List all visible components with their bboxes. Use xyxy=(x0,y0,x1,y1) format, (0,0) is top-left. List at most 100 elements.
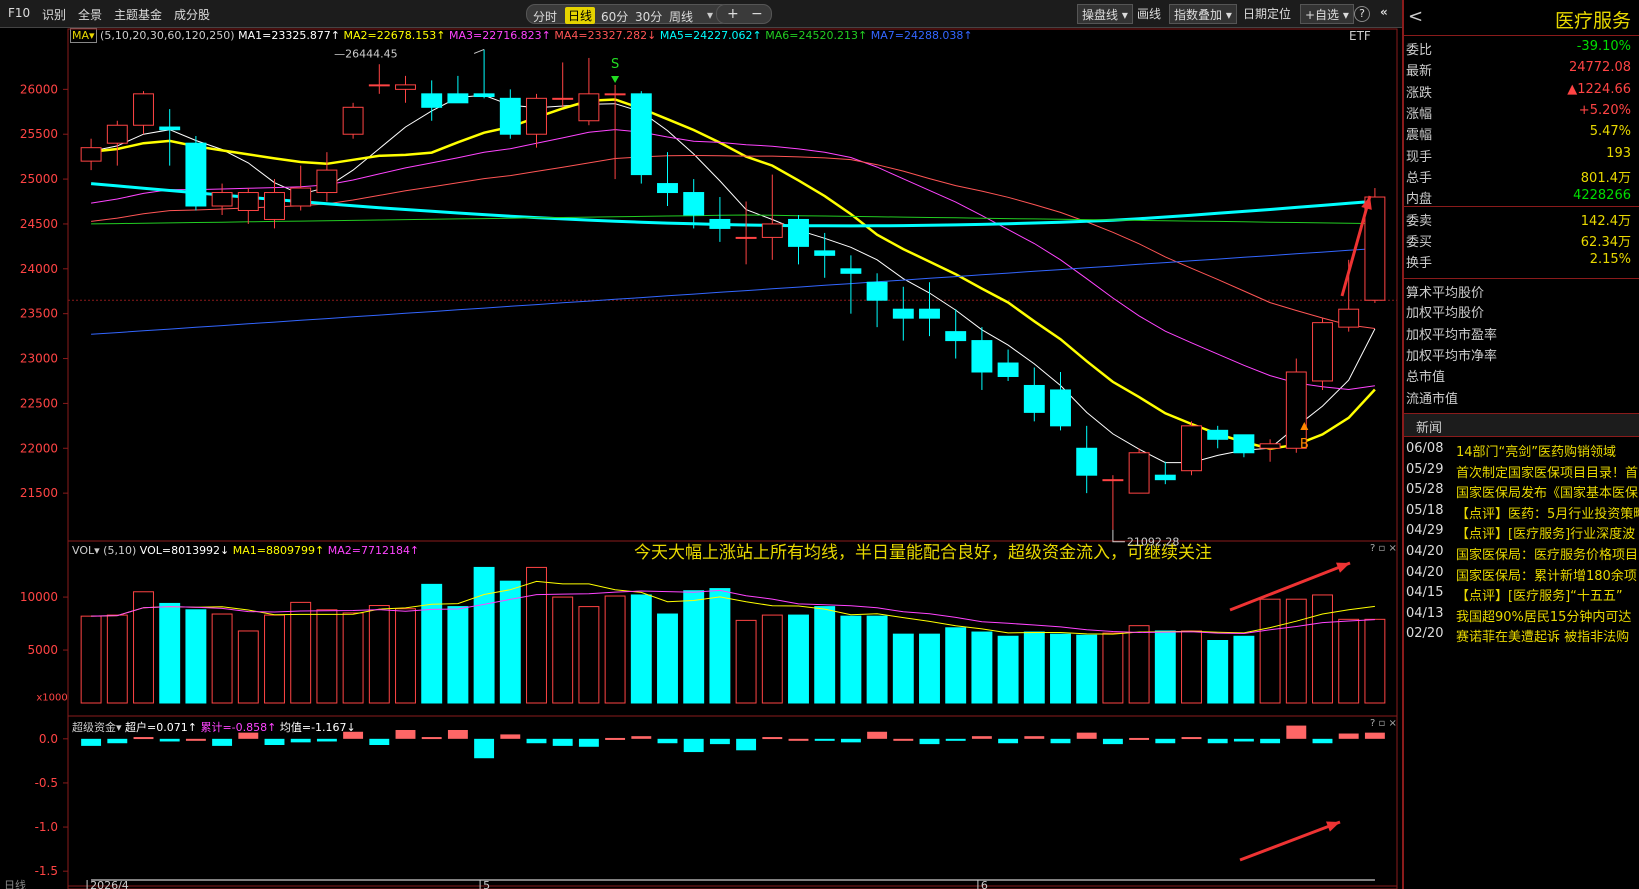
volume-bar xyxy=(1233,635,1255,704)
price-axis-label: 25500 xyxy=(20,127,58,141)
date-label: 5 xyxy=(483,879,490,889)
kline-chart[interactable]: 26000 25500 25000 24500 24000 23500 23000 22500… xyxy=(0,0,1400,889)
volume-bar xyxy=(1364,618,1386,704)
candle-body xyxy=(1207,429,1229,440)
candle-body xyxy=(578,93,600,122)
quote-label: 涨幅 xyxy=(1406,106,1433,122)
volume-bar xyxy=(421,583,443,704)
candle-body xyxy=(80,147,102,162)
fund-bar xyxy=(107,738,128,744)
stat-row: 加权平均市净率 xyxy=(1406,348,1498,364)
back-icon[interactable]: < xyxy=(1408,6,1423,27)
volume-bar xyxy=(971,631,993,704)
news-date: 04/20 xyxy=(1406,544,1444,559)
fund-bar xyxy=(185,738,206,741)
candle-body xyxy=(1181,425,1202,472)
high-marker xyxy=(473,49,485,54)
news-date: 05/18 xyxy=(1406,502,1444,518)
candle-body xyxy=(1128,452,1150,494)
fund-bar xyxy=(395,730,416,739)
volume-bar xyxy=(159,602,181,704)
news-item[interactable]: 04/29 【点评】[医疗服务]行业深度波 xyxy=(1404,520,1639,542)
quote-row: 委买 62.34万 xyxy=(1404,228,1639,250)
news-headline: 我国超90%居民15分钟内可达 xyxy=(1456,609,1632,625)
volume-bar xyxy=(1181,630,1202,704)
fund-bar xyxy=(893,738,914,741)
news-item[interactable]: 04/15 【点评】[医疗服务]“十五五” xyxy=(1404,582,1639,604)
news-item[interactable]: 05/28 国家医保局发布《国家基本医保 xyxy=(1404,479,1639,501)
candle-body xyxy=(1312,322,1333,382)
sell-signal-label: S xyxy=(611,57,619,72)
quote-value: +5.20% xyxy=(1578,102,1631,118)
volume-bar xyxy=(1259,598,1281,704)
volume-bar xyxy=(1023,631,1045,704)
volume-bar xyxy=(1102,632,1124,704)
fund-bar xyxy=(998,738,1019,744)
volume-bar xyxy=(709,588,731,704)
candle-body xyxy=(788,218,809,247)
volume-bar xyxy=(106,614,128,704)
fund-trend-arrow xyxy=(1239,820,1341,862)
quote-value: 62.34万 xyxy=(1580,234,1631,250)
quote-row: 涨跌 ▲1224.66 xyxy=(1404,79,1639,101)
candle-body xyxy=(735,236,757,239)
quote-row: 现手 193 xyxy=(1404,143,1639,165)
volume-bar xyxy=(1076,634,1098,704)
candle-body xyxy=(159,126,181,131)
trading-app: F10 识别 全景 主题基金 成分股 分时 日线 60分 30分 周线 ▾ + … xyxy=(0,0,1639,889)
volume-bar xyxy=(997,635,1019,704)
candle-body xyxy=(421,93,443,108)
news-headline: 国家医保局：累计新增180余项 xyxy=(1456,568,1637,584)
candle-body xyxy=(1102,479,1124,482)
news-date: 05/28 xyxy=(1406,482,1444,498)
news-headline: 首次制定国家医保项目目录！首 xyxy=(1456,465,1639,481)
quote-value: 5.47% xyxy=(1589,124,1631,140)
candle-body xyxy=(395,84,416,90)
news-item[interactable]: 05/18 【点评】医药：5月行业投资策略 xyxy=(1404,500,1639,522)
fund-bar xyxy=(631,736,652,739)
quote-row: 涨幅 +5.20% xyxy=(1404,100,1639,122)
news-item[interactable]: 05/29 首次制定国家医保项目目录！首 xyxy=(1404,459,1639,481)
fund-bar xyxy=(1286,725,1307,739)
buy-signal-label: B xyxy=(1300,437,1309,452)
news-item[interactable]: 02/20 赛诺菲在美遭起诉 被指非法购 xyxy=(1404,623,1639,645)
candle-body xyxy=(604,93,626,96)
candle-body xyxy=(290,187,312,207)
news-item[interactable]: 06/08 14部门“亮剑”医药购销领域 xyxy=(1404,438,1639,460)
volume-bar xyxy=(133,591,154,704)
fund-bar xyxy=(1102,738,1123,745)
volume-bar xyxy=(290,601,312,704)
candle-body xyxy=(997,362,1019,377)
quote-value: 2.15% xyxy=(1589,252,1631,267)
fund-bar xyxy=(552,738,573,746)
news-date: 06/08 xyxy=(1406,441,1444,456)
fund-bar xyxy=(709,738,730,745)
fund-bar xyxy=(421,737,442,740)
volume-bar xyxy=(788,614,809,704)
fund-bar xyxy=(971,736,992,739)
right-panel: < 医疗服务 委比 -39.10% 最新 24772.08 涨跌 ▲1224.66 涨幅 +5… xyxy=(1402,0,1639,889)
fund-bar xyxy=(447,730,468,739)
volume-trend-arrow-head xyxy=(1336,562,1350,573)
quote-label: 委比 xyxy=(1406,43,1433,58)
volume-bar xyxy=(395,608,416,704)
volume-bar xyxy=(1154,630,1176,704)
quote-value: 801.4万 xyxy=(1580,170,1631,186)
news-item[interactable]: 04/20 国家医保局：累计新增180余项 xyxy=(1404,562,1639,584)
fund-bar xyxy=(1207,738,1228,744)
fund-axis-label: -0.5 xyxy=(35,776,58,790)
fund-bar xyxy=(840,738,861,743)
volume-bar xyxy=(814,606,836,704)
fund-bar xyxy=(1312,738,1333,744)
news-headline: 【点评】[医疗服务]行业深度波 xyxy=(1456,527,1636,543)
stat-row: 加权平均股价 xyxy=(1406,306,1485,322)
candle-body xyxy=(185,142,207,207)
news-item[interactable]: 04/13 我国超90%居民15分钟内可达 xyxy=(1404,603,1639,625)
quote-row: 换手 2.15% xyxy=(1404,249,1639,271)
candle-body xyxy=(473,93,495,98)
news-item[interactable]: 04/20 国家医保局：医疗服务价格项目 xyxy=(1404,541,1639,563)
panel-header: < 医疗服务 xyxy=(1404,0,1639,36)
news-date: 02/20 xyxy=(1406,626,1444,642)
candle-body xyxy=(1050,389,1071,427)
news-date: 04/13 xyxy=(1406,605,1444,621)
